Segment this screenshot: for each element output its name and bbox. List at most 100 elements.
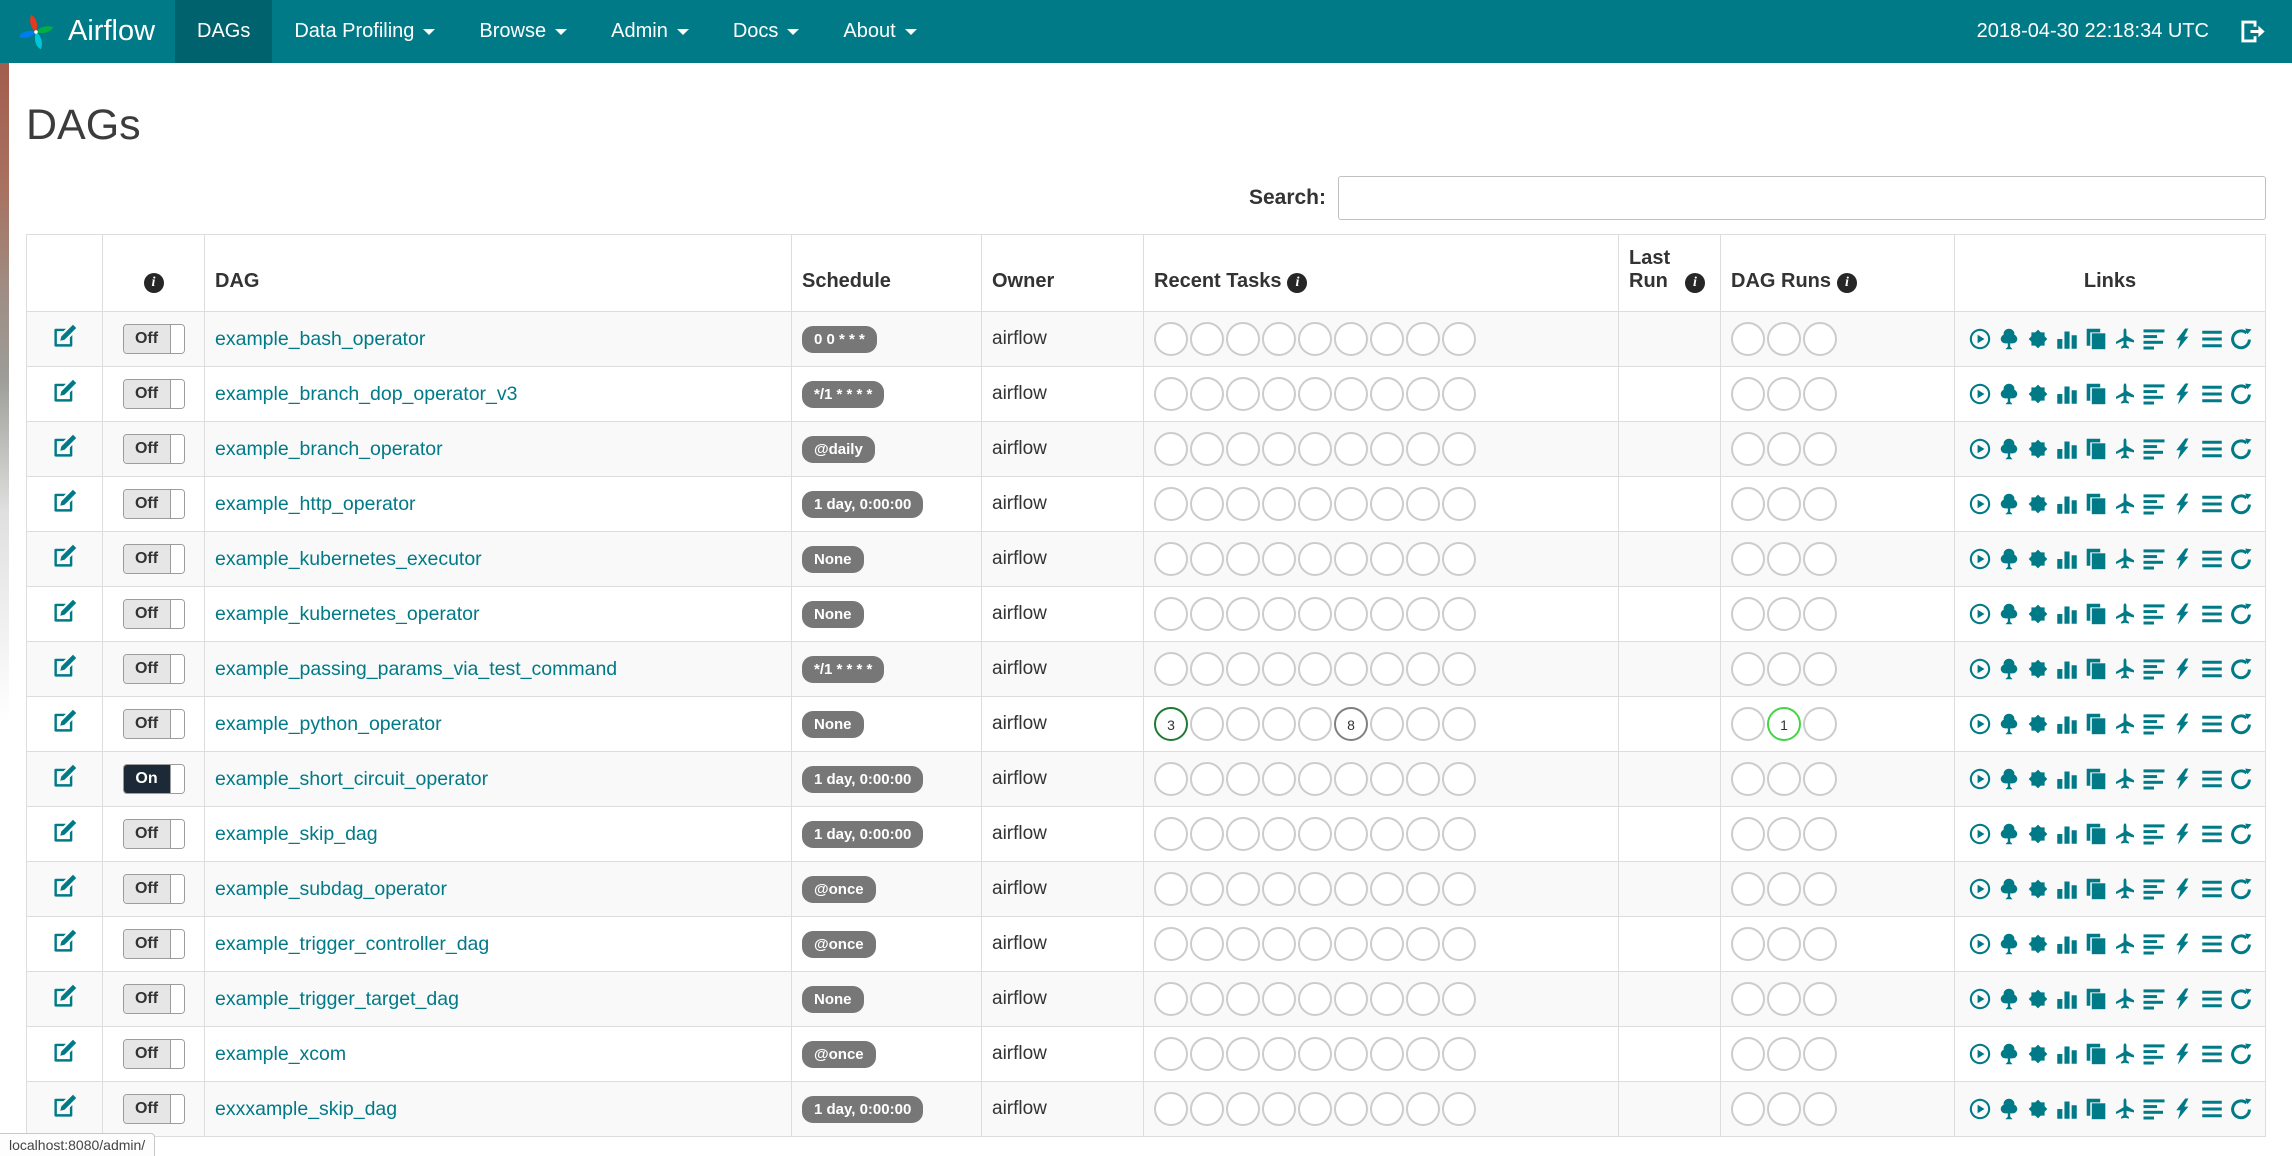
task-state-circle[interactable] (1226, 597, 1260, 631)
dag-run-circle[interactable] (1767, 817, 1801, 851)
task-state-circle[interactable] (1442, 377, 1476, 411)
task-state-circle[interactable] (1406, 542, 1440, 576)
task-state-circle[interactable] (1334, 597, 1368, 631)
link-logs[interactable] (2200, 767, 2224, 791)
dag-run-circle[interactable] (1731, 542, 1765, 576)
task-state-circle[interactable] (1226, 1092, 1260, 1126)
task-state-circle[interactable] (1226, 377, 1260, 411)
link-task-tries[interactable] (2084, 877, 2108, 901)
dag-pause-toggle[interactable]: Off (122, 819, 185, 849)
link-landing-times[interactable] (2113, 492, 2137, 516)
task-state-circle[interactable] (1262, 1092, 1296, 1126)
edit-dag-button[interactable] (52, 378, 78, 404)
dag-run-circle[interactable] (1767, 322, 1801, 356)
link-code-view[interactable] (2171, 1097, 2195, 1121)
dag-run-circle[interactable]: 1 (1767, 707, 1801, 741)
link-refresh[interactable] (2229, 657, 2253, 681)
link-code-view[interactable] (2171, 657, 2195, 681)
dag-run-circle[interactable] (1731, 487, 1765, 521)
link-task-tries[interactable] (2084, 492, 2108, 516)
dag-pause-toggle[interactable]: Off (122, 489, 185, 519)
task-state-circle[interactable] (1190, 1092, 1224, 1126)
link-logs[interactable] (2200, 602, 2224, 626)
link-code-view[interactable] (2171, 602, 2195, 626)
dag-run-circle[interactable] (1803, 927, 1837, 961)
link-task-tries[interactable] (2084, 327, 2108, 351)
link-landing-times[interactable] (2113, 767, 2137, 791)
dag-run-circle[interactable] (1767, 1037, 1801, 1071)
edit-dag-button[interactable] (52, 1038, 78, 1064)
link-code-view[interactable] (2171, 1042, 2195, 1066)
dag-pause-toggle[interactable]: Off (122, 1039, 185, 1069)
dag-link[interactable]: example_branch_operator (215, 438, 443, 460)
dag-run-circle[interactable] (1767, 652, 1801, 686)
dag-run-circle[interactable] (1731, 817, 1765, 851)
dag-run-circle[interactable] (1803, 762, 1837, 796)
link-refresh[interactable] (2229, 602, 2253, 626)
link-landing-times[interactable] (2113, 1042, 2137, 1066)
edit-dag-button[interactable] (52, 873, 78, 899)
link-task-tries[interactable] (2084, 712, 2108, 736)
link-tree-view[interactable] (1997, 492, 2021, 516)
link-graph-view[interactable] (2026, 547, 2050, 571)
edit-dag-button[interactable] (52, 543, 78, 569)
task-state-circle[interactable] (1262, 542, 1296, 576)
link-task-tries[interactable] (2084, 657, 2108, 681)
task-state-circle[interactable] (1226, 927, 1260, 961)
link-tree-view[interactable] (1997, 932, 2021, 956)
task-state-circle[interactable] (1334, 1037, 1368, 1071)
task-state-circle[interactable] (1154, 597, 1188, 631)
task-state-circle[interactable] (1190, 872, 1224, 906)
dag-link[interactable]: exxxample_skip_dag (215, 1098, 397, 1120)
link-refresh[interactable] (2229, 382, 2253, 406)
column-header-owner[interactable]: Owner (981, 234, 1144, 312)
task-state-circle[interactable] (1154, 1092, 1188, 1126)
edit-dag-button[interactable] (52, 323, 78, 349)
dag-run-circle[interactable] (1767, 377, 1801, 411)
task-state-circle[interactable] (1190, 982, 1224, 1016)
dag-link[interactable]: example_kubernetes_operator (215, 603, 480, 625)
link-task-duration[interactable] (2055, 327, 2079, 351)
link-trigger-dag[interactable] (1968, 712, 1992, 736)
edit-dag-button[interactable] (52, 928, 78, 954)
link-task-duration[interactable] (2055, 712, 2079, 736)
task-state-circle[interactable] (1190, 652, 1224, 686)
task-state-circle[interactable] (1370, 542, 1404, 576)
dag-link[interactable]: example_branch_dop_operator_v3 (215, 383, 517, 405)
task-state-circle[interactable]: 3 (1154, 707, 1188, 741)
link-landing-times[interactable] (2113, 1097, 2137, 1121)
task-state-circle[interactable] (1406, 597, 1440, 631)
task-state-circle[interactable] (1334, 487, 1368, 521)
task-state-circle[interactable] (1262, 597, 1296, 631)
link-graph-view[interactable] (2026, 822, 2050, 846)
link-trigger-dag[interactable] (1968, 822, 1992, 846)
task-state-circle[interactable] (1298, 652, 1332, 686)
link-graph-view[interactable] (2026, 987, 2050, 1011)
dag-link[interactable]: example_short_circuit_operator (215, 768, 488, 790)
link-refresh[interactable] (2229, 1042, 2253, 1066)
link-logs[interactable] (2200, 547, 2224, 571)
link-code-view[interactable] (2171, 547, 2195, 571)
link-trigger-dag[interactable] (1968, 932, 1992, 956)
task-state-circle[interactable] (1370, 707, 1404, 741)
edit-dag-button[interactable] (52, 818, 78, 844)
link-graph-view[interactable] (2026, 767, 2050, 791)
link-tree-view[interactable] (1997, 822, 2021, 846)
link-code-view[interactable] (2171, 327, 2195, 351)
link-gantt-view[interactable] (2142, 987, 2166, 1011)
search-input[interactable] (1338, 176, 2266, 220)
link-tree-view[interactable] (1997, 547, 2021, 571)
task-state-circle[interactable] (1154, 927, 1188, 961)
task-state-circle[interactable] (1370, 432, 1404, 466)
task-state-circle[interactable] (1442, 1037, 1476, 1071)
dag-run-circle[interactable] (1731, 1037, 1765, 1071)
link-trigger-dag[interactable] (1968, 382, 1992, 406)
link-refresh[interactable] (2229, 492, 2253, 516)
task-state-circle[interactable] (1154, 982, 1188, 1016)
nav-item-docs[interactable]: Docs (711, 0, 822, 63)
task-state-circle[interactable] (1226, 432, 1260, 466)
dag-run-circle[interactable] (1803, 1037, 1837, 1071)
link-gantt-view[interactable] (2142, 932, 2166, 956)
task-state-circle[interactable] (1190, 707, 1224, 741)
link-tree-view[interactable] (1997, 327, 2021, 351)
